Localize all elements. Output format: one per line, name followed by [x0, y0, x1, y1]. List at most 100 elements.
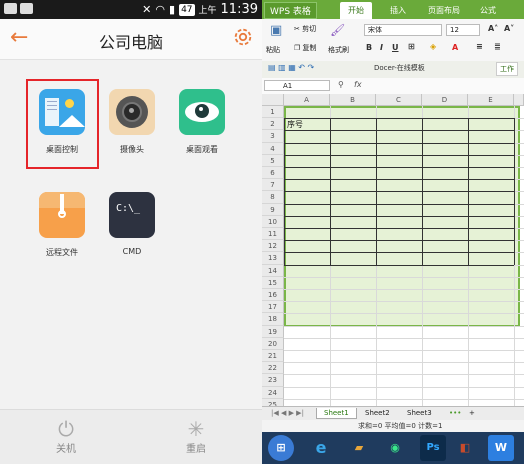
app-header: ← 公司电脑	[0, 19, 262, 60]
row-header[interactable]: 8	[262, 191, 284, 204]
workbook-tab[interactable]: 工作	[496, 62, 518, 76]
fx-button[interactable]: fx	[354, 80, 362, 89]
shutdown-button[interactable]: ⏻ 关机	[36, 418, 96, 455]
app-remote-files[interactable]: 远程文件	[32, 192, 92, 258]
row-header[interactable]: 24	[262, 386, 284, 399]
ie-icon[interactable]: e	[308, 435, 334, 461]
align-icon[interactable]: ≡	[476, 42, 483, 51]
wps-icon[interactable]: W	[488, 435, 514, 461]
row-header[interactable]: 22	[262, 362, 284, 375]
italic-icon[interactable]: I	[380, 43, 383, 52]
row-header[interactable]: 4	[262, 142, 284, 155]
font-color-icon[interactable]: A	[452, 43, 458, 52]
row-header[interactable]: 3	[262, 130, 284, 143]
tab-formula[interactable]: 公式	[474, 3, 502, 18]
column-header[interactable]: B	[330, 94, 376, 106]
tab-page-layout[interactable]: 页面布局	[422, 3, 466, 18]
signal-icon: ▮	[169, 3, 176, 16]
corner-cell[interactable]	[262, 94, 284, 106]
row-header[interactable]: 17	[262, 301, 284, 314]
row-header[interactable]: 5	[262, 154, 284, 167]
row-header[interactable]: 13	[262, 252, 284, 265]
app-desktop-view[interactable]: 桌面观看	[172, 89, 232, 155]
column-header[interactable]: D	[422, 94, 468, 106]
column-header[interactable]: A	[284, 94, 330, 106]
quick-access-icons[interactable]: ▤ ▥ ▦ ↶ ↷	[268, 63, 314, 72]
power-icon: ⏻	[58, 417, 74, 441]
row-header[interactable]: 19	[262, 325, 284, 338]
table-border	[376, 118, 377, 265]
row-header[interactable]: 20	[262, 337, 284, 350]
align-center-icon[interactable]: ≣	[494, 42, 501, 51]
fill-color-icon[interactable]: ◈	[430, 42, 436, 51]
row-header[interactable]: 18	[262, 313, 284, 326]
eye-icon	[179, 89, 225, 135]
cell-b2[interactable]: 序号	[287, 119, 303, 130]
start-icon[interactable]: ⊞	[268, 435, 294, 461]
row-header[interactable]: 2	[262, 118, 284, 131]
table-border	[284, 240, 514, 242]
font-select[interactable]: 宋体	[364, 24, 442, 36]
sheet-tab-3[interactable]: Sheet3	[400, 408, 439, 418]
docer-tab[interactable]: Docer-在线模板	[374, 63, 425, 73]
restart-button[interactable]: ✳ 重启	[166, 418, 226, 455]
gear-icon[interactable]	[232, 26, 254, 48]
status-bar: 求和=0 平均值=0 计数=1	[262, 420, 524, 432]
row-header[interactable]: 12	[262, 240, 284, 253]
photoshop-icon[interactable]: Ps	[420, 435, 446, 461]
row-header[interactable]: 23	[262, 374, 284, 387]
quick-toolbar: ▤ ▥ ▦ ↶ ↷ Docer-在线模板 工作	[262, 61, 524, 79]
image-icon	[20, 3, 33, 14]
status-bar: ✕ ◠ ▮ 47 上午 11:39	[0, 0, 262, 19]
column-header[interactable]: C	[376, 94, 422, 106]
row-header[interactable]: 6	[262, 167, 284, 180]
font-size-select[interactable]: 12	[446, 24, 480, 36]
shrink-font-icon[interactable]: A˅	[504, 24, 514, 33]
folder-icon[interactable]: ▰	[346, 435, 372, 461]
row-header[interactable]: 7	[262, 179, 284, 192]
table-border	[284, 228, 514, 229]
row-header[interactable]: 15	[262, 276, 284, 289]
app-cmd[interactable]: C:\_ CMD	[102, 192, 162, 256]
formula-bar: A1 ⚲ fx	[262, 78, 524, 95]
table-border	[284, 264, 514, 266]
border-icon[interactable]: ⊞	[408, 42, 415, 51]
grow-font-icon[interactable]: A˄	[488, 24, 498, 33]
table-border	[514, 118, 515, 265]
row-header[interactable]: 11	[262, 228, 284, 241]
restart-label: 重启	[186, 444, 206, 455]
copy-button[interactable]: ❐ 复制	[294, 43, 317, 53]
table-border	[284, 154, 514, 156]
sheet-nav-icons[interactable]: |◀ ◀ ▶ ▶|	[264, 408, 311, 418]
row-header[interactable]: 16	[262, 289, 284, 302]
cut-button[interactable]: ✂ 剪切	[294, 24, 316, 34]
row-header[interactable]: 21	[262, 350, 284, 363]
tab-insert[interactable]: 插入	[384, 3, 412, 18]
format-painter-icon[interactable]: 🖌	[330, 23, 345, 37]
player-icon[interactable]: ◉	[382, 435, 408, 461]
row-header[interactable]: 1	[262, 106, 284, 119]
paste-button[interactable]: 粘贴	[266, 45, 280, 55]
row-header[interactable]: 14	[262, 264, 284, 277]
camera-icon	[109, 89, 155, 135]
row-header[interactable]: 10	[262, 215, 284, 228]
underline-icon[interactable]: U	[392, 43, 399, 52]
paste-icon[interactable]: ▣	[270, 23, 282, 38]
app-camera[interactable]: 摄像头	[102, 89, 162, 155]
bold-icon[interactable]: B	[366, 43, 372, 52]
row-header[interactable]: 9	[262, 203, 284, 216]
name-box[interactable]: A1	[264, 80, 330, 91]
table-border	[284, 118, 285, 265]
app-icon[interactable]: ◧	[452, 435, 478, 461]
add-sheet-icon[interactable]: +	[462, 408, 482, 418]
spreadsheet-grid[interactable]: A B C D E 1 2 3 4 5 6 7 8 9 10 11 12 13 14 15 16 17 18 19 2…	[262, 94, 524, 437]
zoom-icon[interactable]: ⚲	[338, 80, 344, 89]
tab-home[interactable]: 开始	[340, 2, 372, 19]
sheet-tab-2[interactable]: Sheet2	[358, 408, 397, 418]
column-header[interactable]: E	[468, 94, 514, 106]
status-time: 11:39	[220, 2, 258, 17]
wps-logo[interactable]: WPS 表格	[264, 2, 317, 19]
format-painter-button[interactable]: 格式刷	[328, 45, 349, 55]
table-border	[284, 215, 514, 217]
sheet-tab-1[interactable]: Sheet1	[316, 408, 357, 419]
